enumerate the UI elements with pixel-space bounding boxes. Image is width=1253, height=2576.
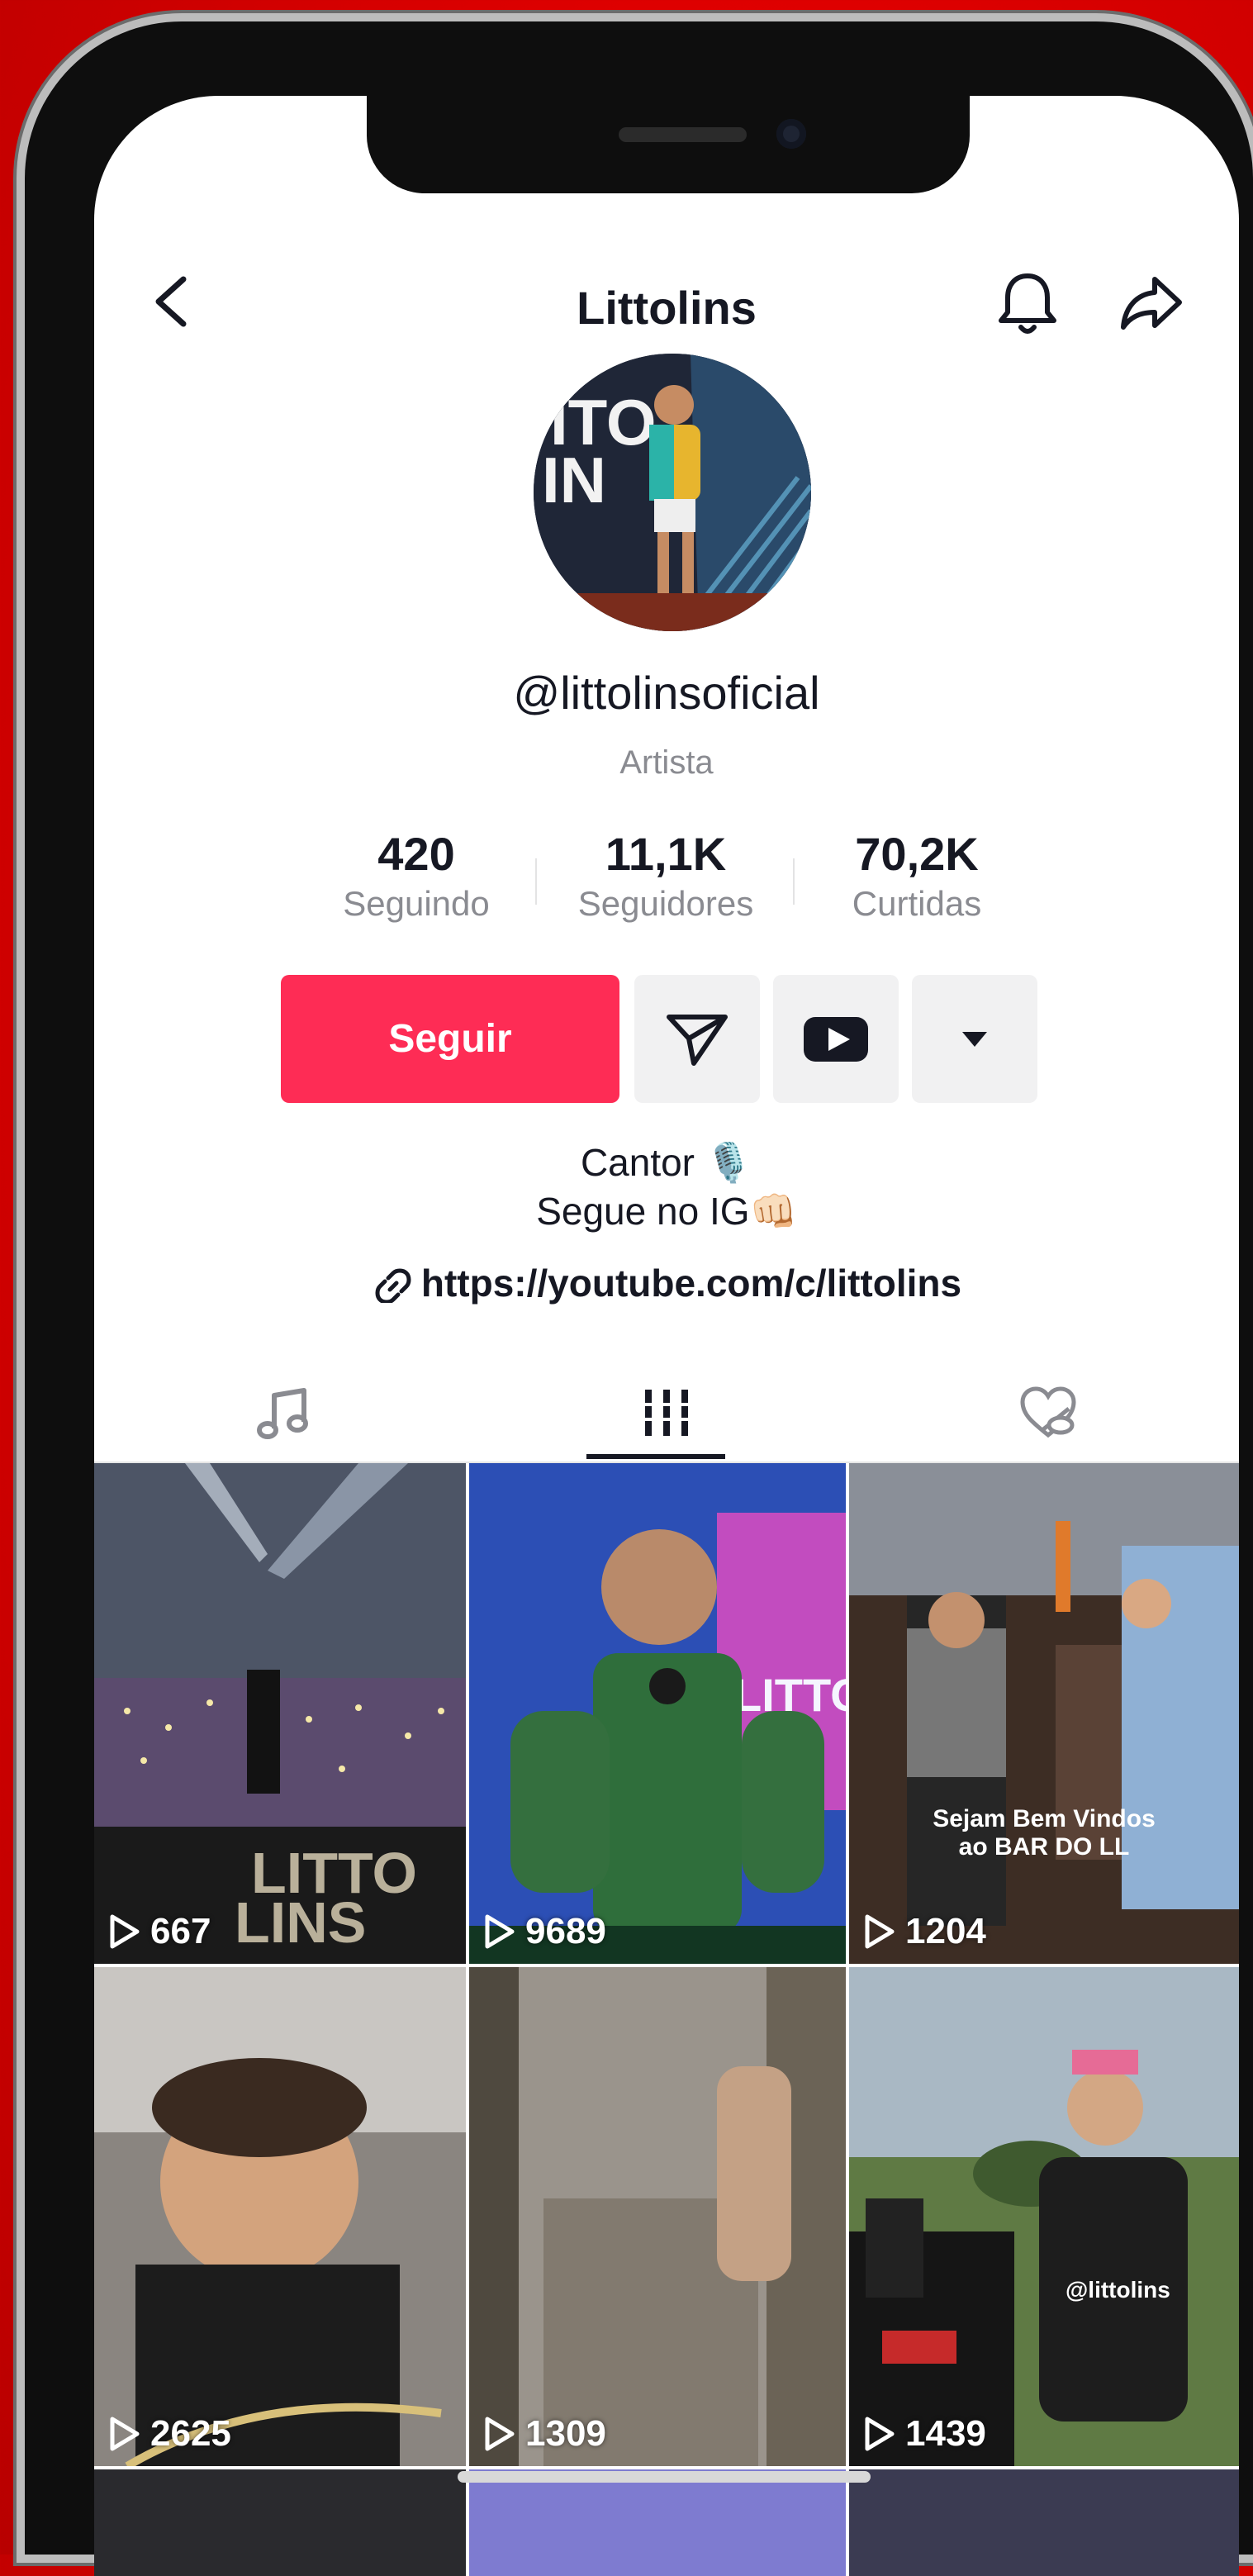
view-count-value: 1309 — [525, 2413, 606, 2454]
view-count: 9689 — [482, 1911, 606, 1952]
avatar[interactable]: ITO IN — [534, 354, 811, 631]
link-icon — [375, 1268, 411, 1305]
stat-value: 11,1K — [605, 828, 727, 880]
stat-label: Seguindo — [343, 884, 490, 923]
active-tab-indicator — [586, 1454, 725, 1459]
app-screen: Littolins ITO IN @littolinsoficial Artis… — [94, 96, 1239, 2576]
profile-stats: 420 Seguindo 11,1K Seguidores 70,2K Curt… — [309, 827, 1024, 943]
home-indicator[interactable] — [458, 2471, 871, 2483]
share-icon — [1121, 277, 1182, 330]
svg-text:ao BAR DO LL: ao BAR DO LL — [959, 1833, 1130, 1861]
stat-likes[interactable]: 70,2K Curtidas — [809, 827, 1024, 924]
view-count: 667 — [107, 1911, 211, 1952]
phone-frame: Littolins ITO IN @littolinsoficial Artis… — [25, 21, 1253, 2576]
view-count: 2625 — [107, 2413, 231, 2455]
view-count: 1439 — [862, 2413, 986, 2455]
stat-label: Curtidas — [852, 884, 982, 923]
tab-liked[interactable] — [857, 1364, 1239, 1461]
share-button[interactable] — [1118, 269, 1184, 335]
svg-text:Sejam Bem Vindos: Sejam Bem Vindos — [933, 1805, 1156, 1832]
stat-divider — [793, 858, 795, 905]
view-count: 1204 — [862, 1911, 986, 1952]
play-icon — [110, 2417, 140, 2451]
video-thumbnail[interactable] — [469, 2469, 846, 2576]
more-options-button[interactable] — [912, 975, 1037, 1103]
profile-link[interactable]: https://youtube.com/c/littolins — [94, 1261, 1239, 1305]
view-count-value: 2625 — [150, 2413, 231, 2454]
grid-icon — [643, 1390, 690, 1436]
view-count: 1309 — [482, 2413, 606, 2455]
play-icon — [865, 2417, 895, 2451]
svg-text:IN: IN — [542, 444, 606, 516]
music-note-icon — [257, 1388, 308, 1439]
stat-label: Seguidores — [577, 884, 754, 923]
video-thumbnail[interactable]: @littolins 1439 — [849, 1967, 1239, 2466]
bio-line-2: Segue no IG👊🏻 — [536, 1190, 797, 1233]
video-thumbnail[interactable]: LITTO LINS 667 — [94, 1463, 466, 1964]
view-count-value: 9689 — [525, 1911, 606, 1951]
view-count-value: 1204 — [905, 1911, 986, 1951]
view-count-value: 667 — [150, 1911, 211, 1951]
front-camera — [776, 119, 806, 149]
speaker — [619, 127, 747, 142]
message-button[interactable] — [634, 975, 760, 1103]
video-thumbnail[interactable]: 1309 — [469, 1967, 846, 2466]
play-icon — [110, 1914, 140, 1949]
svg-text:@littolins: @littolins — [1066, 2277, 1170, 2303]
stat-value: 420 — [377, 828, 455, 880]
stat-divider — [535, 858, 537, 905]
play-icon — [485, 1914, 515, 1949]
profile-handle: @littolinsoficial — [513, 667, 820, 719]
follow-button[interactable]: Seguir — [281, 975, 619, 1103]
tab-videos[interactable] — [476, 1364, 857, 1461]
hidden-heart-icon — [1020, 1386, 1076, 1438]
stat-value: 70,2K — [855, 828, 979, 880]
svg-text:LINS: LINS — [235, 1890, 366, 1955]
notch — [367, 96, 970, 193]
video-thumbnail[interactable]: Sejam Bem Vindos ao BAR DO LL 1204 — [849, 1463, 1239, 1964]
caret-down-icon — [962, 1031, 987, 1047]
bell-icon — [999, 273, 1056, 334]
profile-tabs — [94, 1364, 1239, 1463]
video-thumbnail[interactable] — [849, 2469, 1239, 2576]
video-thumbnail[interactable]: 2625 — [94, 1967, 466, 2466]
play-icon — [485, 2417, 515, 2451]
youtube-icon — [804, 1016, 868, 1062]
send-icon — [667, 1014, 728, 1066]
play-icon — [865, 1914, 895, 1949]
view-count-value: 1439 — [905, 2413, 986, 2454]
profile-category: Artista — [619, 744, 714, 781]
tab-music[interactable] — [94, 1364, 476, 1461]
bio-line-1: Cantor 🎙️ — [580, 1141, 753, 1184]
notifications-button[interactable] — [994, 266, 1061, 340]
video-thumbnail[interactable]: LITTO 9689 — [469, 1463, 846, 1964]
stat-following[interactable]: 420 Seguindo — [309, 827, 524, 924]
youtube-button[interactable] — [773, 975, 899, 1103]
video-grid: LITTO LINS 667 LITTO — [94, 1463, 1239, 2576]
top-bar: Littolins — [94, 258, 1239, 357]
profile-link-text: https://youtube.com/c/littolins — [420, 1262, 962, 1305]
video-thumbnail[interactable] — [94, 2469, 466, 2576]
stat-followers[interactable]: 11,1K Seguidores — [558, 827, 773, 924]
page-title: Littolins — [577, 282, 757, 334]
